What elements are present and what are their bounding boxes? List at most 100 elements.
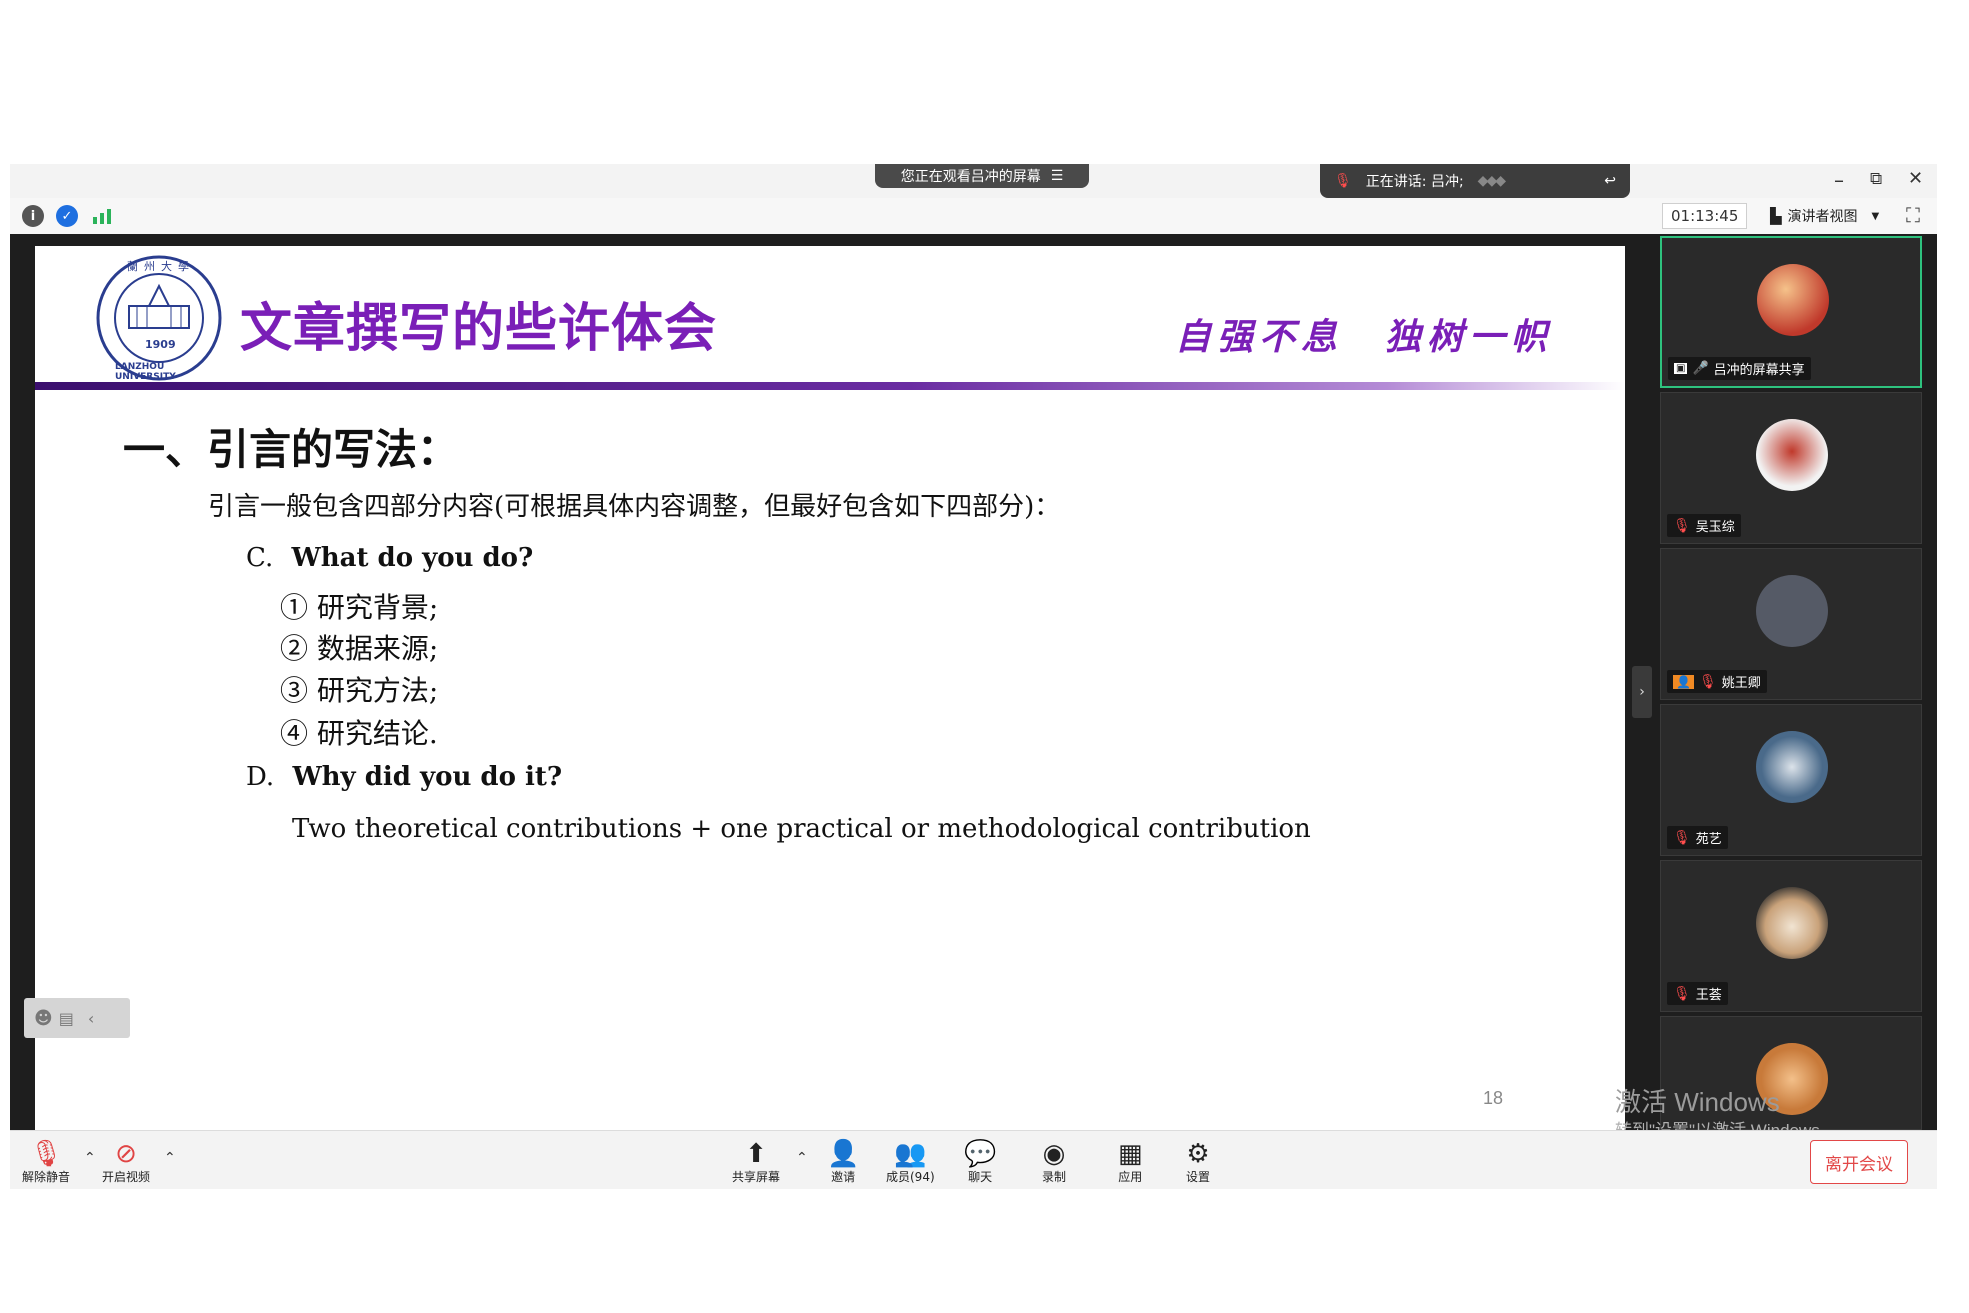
record-button[interactable]: ◉ 录制 [1042, 1140, 1066, 1185]
mic-muted-icon: 🎙 [1673, 829, 1691, 846]
tile-label: ▣ 🎤 吕冲的屏幕共享 [1668, 357, 1811, 380]
shared-slide: 蘭州大學 1909 LANZHOU UNIVERSITY 文章撰写的些许体会 自… [35, 246, 1625, 1130]
slide-divider [35, 382, 1625, 390]
avatar [1756, 887, 1828, 959]
minimize-icon[interactable]: – [1834, 168, 1844, 192]
fullscreen-icon[interactable]: ⛶ [1906, 203, 1920, 227]
participant-tile[interactable]: ▣ 🎤 吕冲的屏幕共享 [1660, 236, 1922, 388]
slide-page-number: 18 [1483, 1088, 1504, 1108]
chevron-up-icon[interactable]: ⌃ [796, 1150, 808, 1166]
mic-muted-icon: 🎙 [1698, 673, 1717, 690]
meeting-top-toolbar: i ✓ 01:13:45 ▙ 演讲者视图 ▼ ⛶ [10, 198, 1937, 235]
tile-label: 👤 🎙 姚王卿 [1667, 670, 1767, 693]
intro-text: 引言一般包含四部分内容(可根据具体内容调整，但最好包含如下四部分)： [208, 492, 1061, 522]
slide-motto: 自强不息 独树一帜 [1175, 316, 1554, 358]
mic-muted-icon: 🎙 [1334, 173, 1352, 189]
mic-muted-icon: 🎙 [1673, 985, 1691, 1002]
section-heading: 一、引言的写法： [123, 425, 460, 474]
list-item: ③ 研究方法; [280, 674, 439, 707]
settings-label: 设置 [1186, 1170, 1211, 1184]
avatar [1756, 731, 1828, 803]
part-d-heading: D. Why did you do it? [246, 762, 562, 792]
avatar [1756, 575, 1828, 647]
university-logo: 蘭州大學 1909 LANZHOU UNIVERSITY [95, 254, 223, 382]
user-icon: 👤 [1673, 674, 1694, 689]
view-mode-label: 演讲者视图 [1787, 209, 1858, 225]
grid-view-icon: ▙ [1770, 207, 1782, 225]
speaker-indicator-icon: ◆◆◆ [1477, 173, 1506, 189]
chevron-left-icon[interactable]: ‹ [88, 1009, 94, 1028]
slide-title: 文章撰写的些许体会 [240, 299, 718, 359]
participant-tile[interactable]: 🎙 苑艺 [1660, 704, 1922, 856]
chat-bubble-icon[interactable]: ▤ [59, 1009, 74, 1028]
participant-name: 吴玉综 [1695, 520, 1735, 535]
part-d-body: Two theoretical contributions + one prac… [292, 814, 1311, 844]
members-button[interactable]: 👥 成员(94) [886, 1140, 935, 1185]
part-c-letter: C. [246, 543, 274, 573]
participant-name: 王荟 [1695, 988, 1722, 1003]
record-icon: ◉ [1042, 1139, 1066, 1169]
meeting-timer: 01:13:45 [1662, 203, 1748, 229]
tile-label: 🎙 苑艺 [1667, 826, 1728, 849]
annotation-mini-bar: ☻ ▤ ‹ [24, 998, 130, 1038]
share-screen-button[interactable]: ⬆ 共享屏幕 [732, 1140, 780, 1185]
part-d-letter: D. [246, 762, 275, 792]
list-item: ① 研究背景; [280, 591, 439, 624]
apps-label: 应用 [1118, 1170, 1143, 1184]
viewing-banner-text: 您正在观看吕冲的屏幕 [900, 169, 1041, 185]
shield-icon[interactable]: ✓ [56, 205, 78, 227]
apps-button[interactable]: ▦ 应用 [1118, 1140, 1143, 1185]
avatar [1756, 419, 1828, 491]
invite-button[interactable]: 👤 邀请 [827, 1140, 859, 1185]
list-item: ② 数据来源; [280, 632, 439, 665]
start-video-label: 开启视频 [102, 1170, 151, 1184]
participant-tile[interactable]: 🎙 吴玉综 [1660, 392, 1922, 544]
logo-year: 1909 [145, 338, 176, 351]
members-icon: 👥 [894, 1139, 927, 1169]
chevron-up-icon[interactable]: ⌃ [164, 1150, 176, 1166]
window-titlebar: 您正在观看吕冲的屏幕 ☰ 🎙 正在讲话: 吕冲; ◆◆◆ ↩ – ⧉ ✕ [10, 164, 1937, 198]
share-screen-label: 共享屏幕 [732, 1170, 781, 1184]
participant-name: 苑艺 [1695, 832, 1722, 847]
activation-watermark-title: 激活 Windows [1615, 1087, 1780, 1117]
participant-name: 姚王卿 [1721, 676, 1761, 691]
mic-muted-icon: 🎙 [29, 1139, 63, 1169]
part-d-title: Why did you do it? [292, 762, 563, 792]
close-icon[interactable]: ✕ [1908, 168, 1923, 189]
mic-icon: 🎤 [1692, 361, 1709, 376]
part-c-heading: C. What do you do? [246, 543, 533, 573]
collapse-icon[interactable]: ↩ [1604, 173, 1616, 189]
invite-label: 邀请 [831, 1170, 856, 1184]
logo-text-bottom: LANZHOU UNIVERSITY [115, 362, 176, 382]
view-mode-select[interactable]: ▙ 演讲者视图 ▼ [1770, 206, 1879, 226]
participant-tile[interactable]: 👤 🎙 姚王卿 [1660, 548, 1922, 700]
chevron-down-icon: ▼ [1871, 210, 1880, 222]
participant-tile[interactable]: 🎙 王荟 [1660, 860, 1922, 1012]
start-video-button[interactable]: ⊘ 开启视频 [102, 1140, 150, 1185]
emoji-icon[interactable]: ☻ [34, 1008, 53, 1029]
logo-text-top: 蘭州大學 [127, 260, 195, 273]
chat-icon: 💬 [964, 1139, 997, 1169]
members-label: 成员(94) [886, 1170, 935, 1184]
leave-meeting-button[interactable]: 离开会议 [1810, 1140, 1908, 1184]
mic-muted-icon: 🎙 [1673, 517, 1691, 534]
unmute-button[interactable]: 🎙 解除静音 [22, 1140, 70, 1185]
info-icon[interactable]: i [22, 205, 44, 227]
chevron-up-icon[interactable]: ⌃ [84, 1150, 96, 1166]
chat-button[interactable]: 💬 聊天 [964, 1140, 996, 1185]
viewing-banner[interactable]: 您正在观看吕冲的屏幕 ☰ [875, 164, 1089, 188]
record-label: 录制 [1042, 1170, 1067, 1184]
restore-icon[interactable]: ⧉ [1870, 169, 1882, 189]
panel-toggle-icon[interactable]: › [1632, 666, 1652, 718]
signal-icon[interactable] [92, 207, 112, 225]
screen-share-icon: ▣ [1674, 363, 1688, 374]
apps-icon: ▦ [1118, 1139, 1143, 1169]
video-off-icon: ⊘ [115, 1139, 137, 1169]
settings-button[interactable]: ⚙ 设置 [1186, 1140, 1210, 1185]
part-c-title: What do you do? [291, 543, 534, 573]
participant-name: 吕冲的屏幕共享 [1713, 363, 1805, 378]
unmute-label: 解除静音 [22, 1170, 71, 1184]
chat-label: 聊天 [968, 1170, 993, 1184]
speaking-text: 正在讲话: 吕冲; [1365, 174, 1464, 190]
menu-icon[interactable]: ☰ [1051, 168, 1064, 184]
